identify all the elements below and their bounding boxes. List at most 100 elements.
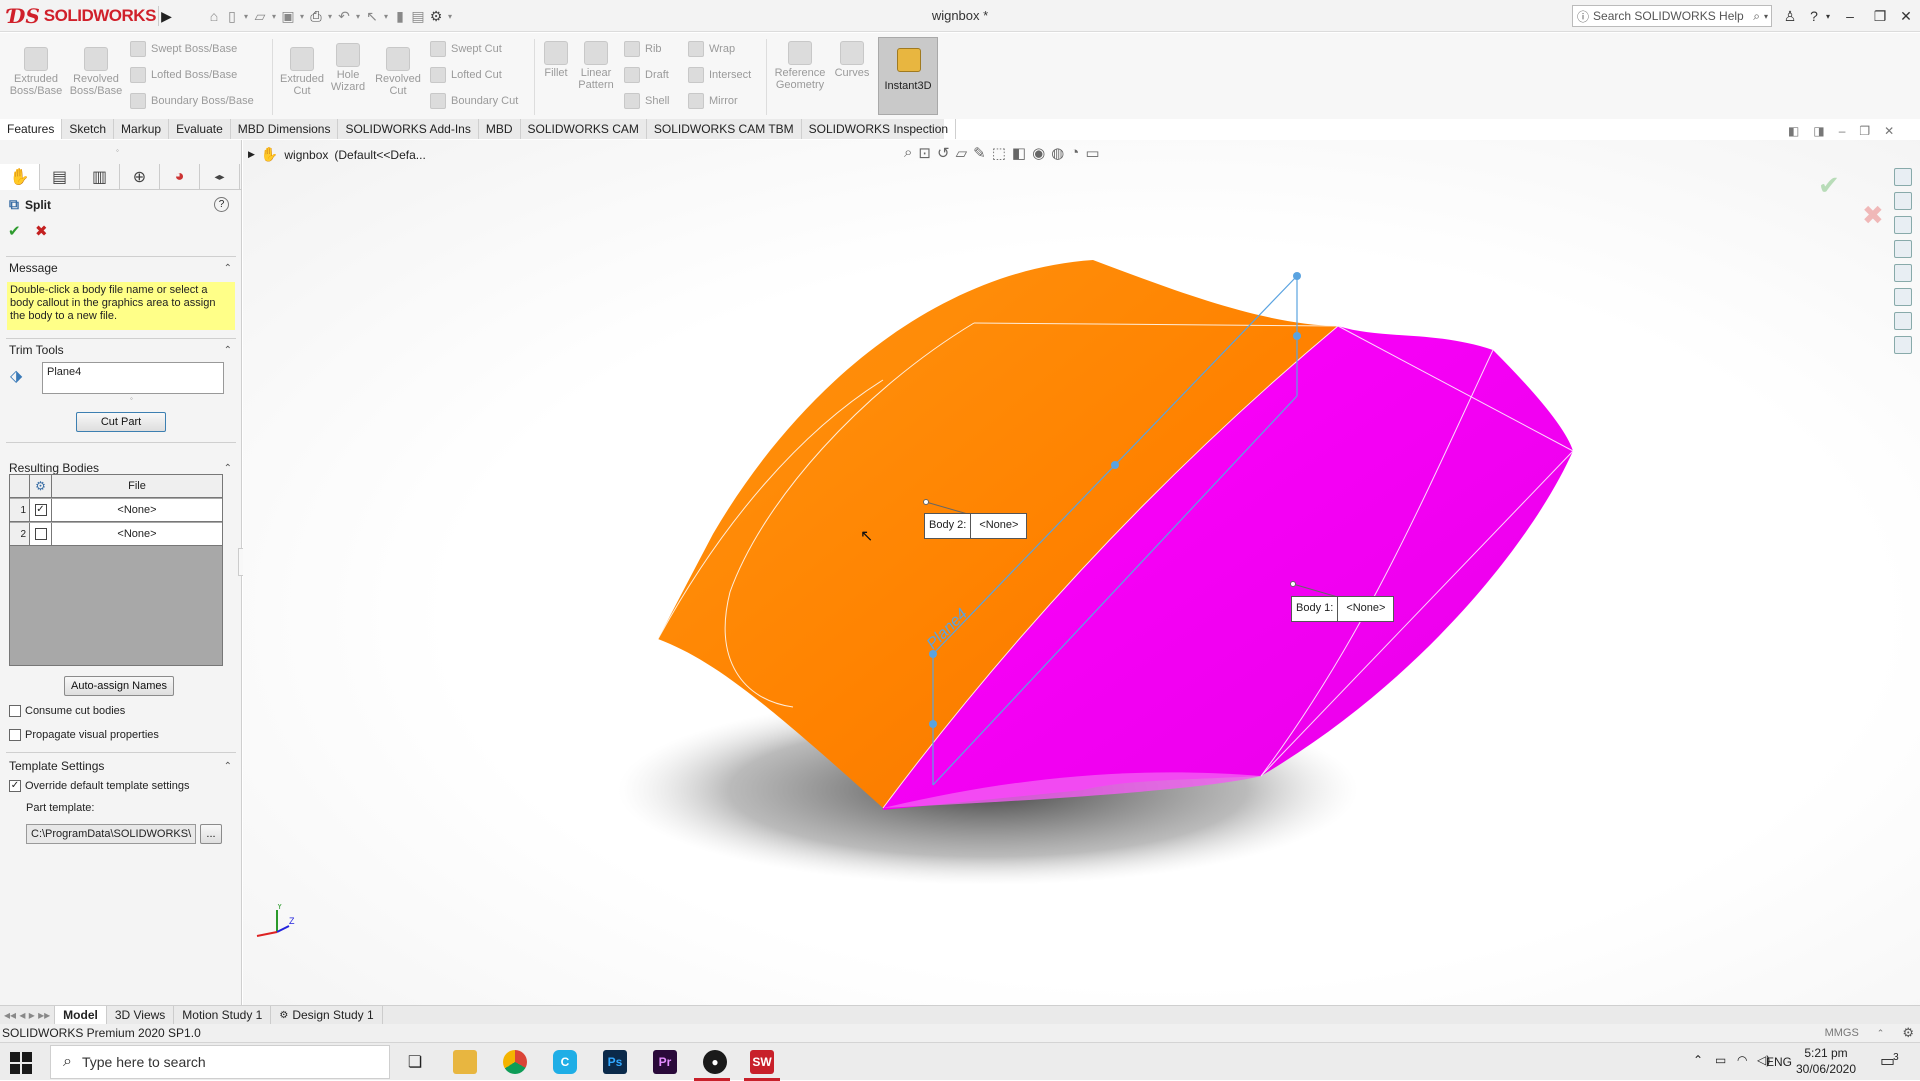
solidworks-forum-icon[interactable] (1894, 312, 1912, 330)
consume-cut-bodies-checkbox[interactable]: Consume cut bodies (9, 705, 125, 717)
doc-close-icon[interactable]: ✕ (1884, 124, 1894, 138)
intersect-button[interactable]: Intersect (688, 67, 751, 83)
tab-motion-study-1[interactable]: Motion Study 1 (174, 1005, 272, 1025)
rebuild-icon[interactable]: ▮ (392, 8, 408, 25)
body-2-callout[interactable]: Body 2: <None> (924, 513, 1028, 539)
instant3d-button[interactable]: Instant3D (878, 37, 938, 115)
design-library-icon[interactable] (1894, 192, 1912, 210)
override-template-checkbox[interactable]: ✓ Override default template settings (9, 780, 189, 792)
restore-window-icon[interactable]: ❐ (1868, 4, 1892, 28)
trim-tool-item[interactable]: Plane4 (47, 366, 81, 378)
tab-features[interactable]: Features (0, 119, 63, 139)
confirm-cancel-icon[interactable]: ✖ (1862, 200, 1884, 231)
units-indicator[interactable]: MMGS (1825, 1027, 1859, 1039)
tab-design-study-1[interactable]: ⚙ Design Study 1 (271, 1005, 383, 1025)
curves-button[interactable]: Curves (830, 41, 874, 79)
row-2-checkbox[interactable] (34, 528, 47, 540)
open-dropdown-icon[interactable]: ▾ (270, 12, 278, 21)
body-2-file-value[interactable]: <None> (971, 514, 1026, 538)
model-viewport[interactable]: Plane4 (243, 140, 1920, 1005)
trim-tools-section-header[interactable]: Trim Tools ⌃ (0, 340, 242, 360)
table-row[interactable]: 1 ✓ <None> (10, 499, 222, 522)
configuration-manager-tab-icon[interactable]: ▥ (80, 164, 120, 190)
display-manager-tab-icon[interactable]: ◕ (160, 164, 200, 190)
trim-tools-list[interactable]: Plane4 (42, 362, 224, 394)
tab-solidworks-inspection[interactable]: SOLIDWORKS Inspection (802, 119, 957, 139)
linear-pattern-button[interactable]: Linear Pattern (576, 41, 616, 91)
shell-button[interactable]: Shell (624, 93, 669, 109)
tab-evaluate[interactable]: Evaluate (169, 119, 231, 139)
row-file-name[interactable]: <None> (52, 523, 222, 545)
body-1-callout[interactable]: Body 1: <None> (1291, 596, 1395, 622)
solidworks-logo[interactable]: ƊS SOLIDWORKS (8, 3, 156, 29)
ok-checkmark-icon[interactable]: ✔ (8, 222, 21, 240)
select-cursor-icon[interactable]: ↖ (364, 8, 380, 25)
doc-tile-right-icon[interactable]: ◨ (1813, 124, 1824, 138)
browse-template-button[interactable]: ... (200, 824, 222, 844)
print-icon[interactable]: ⎙ (308, 8, 324, 25)
taskbar-search-box[interactable]: ⌕ Type here to search (50, 1045, 390, 1079)
menu-expand-arrow-icon[interactable]: ▶ (158, 6, 174, 26)
options-gear-icon[interactable]: ⚙ (428, 8, 444, 25)
doc-tile-left-icon[interactable]: ◧ (1788, 124, 1799, 138)
collapse-chevron-icon[interactable]: ⌃ (224, 345, 232, 356)
confirm-ok-icon[interactable]: ✔ (1818, 170, 1840, 201)
select-dropdown-icon[interactable]: ▾ (382, 12, 390, 21)
table-row[interactable]: 2 <None> (10, 523, 222, 546)
undo-dropdown-icon[interactable]: ▾ (354, 12, 362, 21)
panel-scroll-arrows-icon[interactable]: ◂▸ (200, 164, 240, 190)
message-section-header[interactable]: Message ⌃ (0, 258, 242, 278)
rib-button[interactable]: Rib (624, 41, 662, 57)
home-icon[interactable]: ⌂ (206, 8, 222, 24)
tab-model[interactable]: Model (55, 1005, 107, 1025)
tree-root-name[interactable]: wignbox (284, 148, 328, 162)
revolved-cut-button[interactable]: Revolved Cut (372, 47, 424, 97)
swept-boss-button[interactable]: Swept Boss/Base (130, 41, 237, 57)
doc-restore-icon[interactable]: ❐ (1859, 124, 1870, 138)
collapse-chevron-icon[interactable]: ⌃ (224, 761, 232, 772)
feature-manager-tab-icon[interactable]: ✋ (0, 164, 40, 190)
boundary-cut-button[interactable]: Boundary Cut (430, 93, 518, 109)
file-explorer-taskbar-icon[interactable] (453, 1050, 477, 1074)
dimxpert-manager-tab-icon[interactable]: ⊕ (120, 164, 160, 190)
display-style-icon[interactable]: ◧ (1012, 144, 1026, 162)
premiere-taskbar-icon[interactable]: Pr (653, 1050, 677, 1074)
list-resize-handle[interactable]: ◦ (130, 394, 133, 403)
dynamic-annotation-icon[interactable]: ✎ (973, 144, 986, 162)
close-window-icon[interactable]: ✕ (1894, 4, 1918, 28)
tab-3d-views[interactable]: 3D Views (107, 1005, 175, 1025)
minimize-window-icon[interactable]: – (1838, 4, 1862, 28)
task-view-icon[interactable]: ❏ (403, 1050, 427, 1074)
tab-mbd-dimensions[interactable]: MBD Dimensions (231, 119, 339, 139)
panel-help-icon[interactable]: ? (214, 197, 229, 212)
lofted-cut-button[interactable]: Lofted Cut (430, 67, 502, 83)
appearances-scenes-icon[interactable] (1894, 264, 1912, 282)
propagate-visual-properties-checkbox[interactable]: Propagate visual properties (9, 729, 159, 741)
previous-view-icon[interactable]: ↺ (937, 144, 950, 162)
boundary-boss-button[interactable]: Boundary Boss/Base (130, 93, 254, 109)
custom-properties-icon[interactable] (1894, 288, 1912, 306)
chrome-taskbar-icon[interactable] (503, 1050, 527, 1074)
panel-collapse-handle[interactable]: ◦ (116, 146, 119, 155)
hide-show-items-icon[interactable]: ◉ (1032, 144, 1045, 162)
status-settings-icon[interactable]: ⚙ (1902, 1025, 1914, 1041)
tab-markup[interactable]: Markup (114, 119, 170, 139)
mirror-button[interactable]: Mirror (688, 93, 738, 109)
collapse-chevron-icon[interactable]: ⌃ (224, 463, 232, 474)
graphics-area[interactable]: Plane4 Body 2: <None> Body 1: <None> ↖ ✔… (243, 124, 1920, 1005)
tab-solidworks-cam[interactable]: SOLIDWORKS CAM (521, 119, 647, 139)
help-dropdown-icon[interactable]: ▾ (1822, 4, 1834, 28)
revolved-boss-button[interactable]: Revolved Boss/Base (66, 47, 126, 97)
file-explorer-icon[interactable] (1894, 216, 1912, 234)
property-manager-tab-icon[interactable]: ▤ (40, 164, 80, 190)
hole-wizard-button[interactable]: Hole Wizard (328, 43, 368, 93)
extruded-boss-button[interactable]: Extruded Boss/Base (6, 47, 66, 97)
cancel-x-icon[interactable]: ✖ (35, 222, 48, 240)
auto-assign-names-button[interactable]: Auto-assign Names (64, 676, 174, 696)
view-settings-icon[interactable]: ▭ (1085, 144, 1099, 162)
units-dropdown-icon[interactable]: ⌃ (1877, 1028, 1885, 1039)
template-settings-section-header[interactable]: Template Settings ⌃ (0, 756, 242, 776)
doc-minimize-icon[interactable]: – (1839, 124, 1846, 138)
solidworks-resources-icon[interactable] (1894, 168, 1912, 186)
print-dropdown-icon[interactable]: ▾ (326, 12, 334, 21)
